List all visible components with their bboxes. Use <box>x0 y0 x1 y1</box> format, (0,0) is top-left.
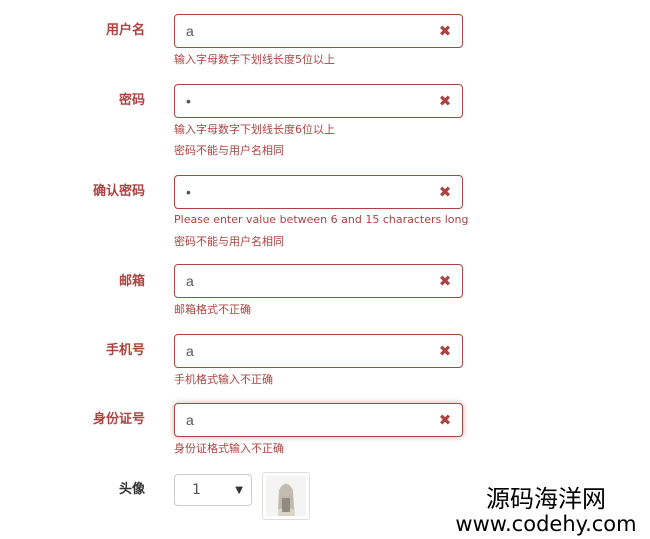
phone-value: a <box>186 343 194 359</box>
email-label: 邮箱 <box>118 274 145 289</box>
avatar-label: 头像 <box>118 482 145 497</box>
close-icon[interactable]: ✖ <box>428 334 462 368</box>
avatar-select[interactable]: 1 ▼ <box>174 474 252 506</box>
phone-error: 手机格式输入不正确 <box>174 373 273 386</box>
close-icon[interactable]: ✖ <box>428 403 462 437</box>
close-icon[interactable]: ✖ <box>428 14 462 48</box>
username-input[interactable]: a ✖ <box>174 14 463 48</box>
confirm-password-error: 密码不能与用户名相同 <box>174 235 284 248</box>
password-label: 密码 <box>118 93 145 108</box>
password-value: • <box>186 93 191 109</box>
watermark-title: 源码海洋网 <box>486 485 606 513</box>
email-input[interactable]: a ✖ <box>174 264 463 298</box>
password-error: 密码不能与用户名相同 <box>174 144 284 157</box>
email-value: a <box>186 273 194 289</box>
password-input[interactable]: • ✖ <box>174 84 463 118</box>
caret-down-icon: ▼ <box>235 484 243 496</box>
id-card-value: a <box>186 412 194 428</box>
id-card-input[interactable]: a ✖ <box>174 403 463 437</box>
phone-label: 手机号 <box>105 343 145 358</box>
username-error: 输入字母数字下划线长度5位以上 <box>174 53 335 66</box>
avatar-select-value: 1 <box>192 482 201 498</box>
close-icon[interactable]: ✖ <box>428 264 462 298</box>
email-error: 邮箱格式不正确 <box>174 303 251 316</box>
id-card-label: 身份证号 <box>92 412 145 427</box>
confirm-password-input[interactable]: • ✖ <box>174 175 463 209</box>
confirm-password-label: 确认密码 <box>92 184 145 199</box>
avatar-image <box>266 476 306 516</box>
watermark: 源码海洋网 www.codehy.com <box>446 486 646 536</box>
password-error: 输入字母数字下划线长度6位以上 <box>174 123 335 136</box>
watermark-url: www.codehy.com <box>455 512 637 536</box>
id-card-error: 身份证格式输入不正确 <box>174 442 284 455</box>
phone-input[interactable]: a ✖ <box>174 334 463 368</box>
username-value: a <box>186 23 194 39</box>
close-icon[interactable]: ✖ <box>428 84 462 118</box>
username-label: 用户名 <box>105 23 145 38</box>
confirm-password-error: Please enter value between 6 and 15 char… <box>174 213 469 226</box>
avatar-preview <box>262 472 310 520</box>
close-icon[interactable]: ✖ <box>428 175 462 209</box>
confirm-password-value: • <box>186 184 191 200</box>
